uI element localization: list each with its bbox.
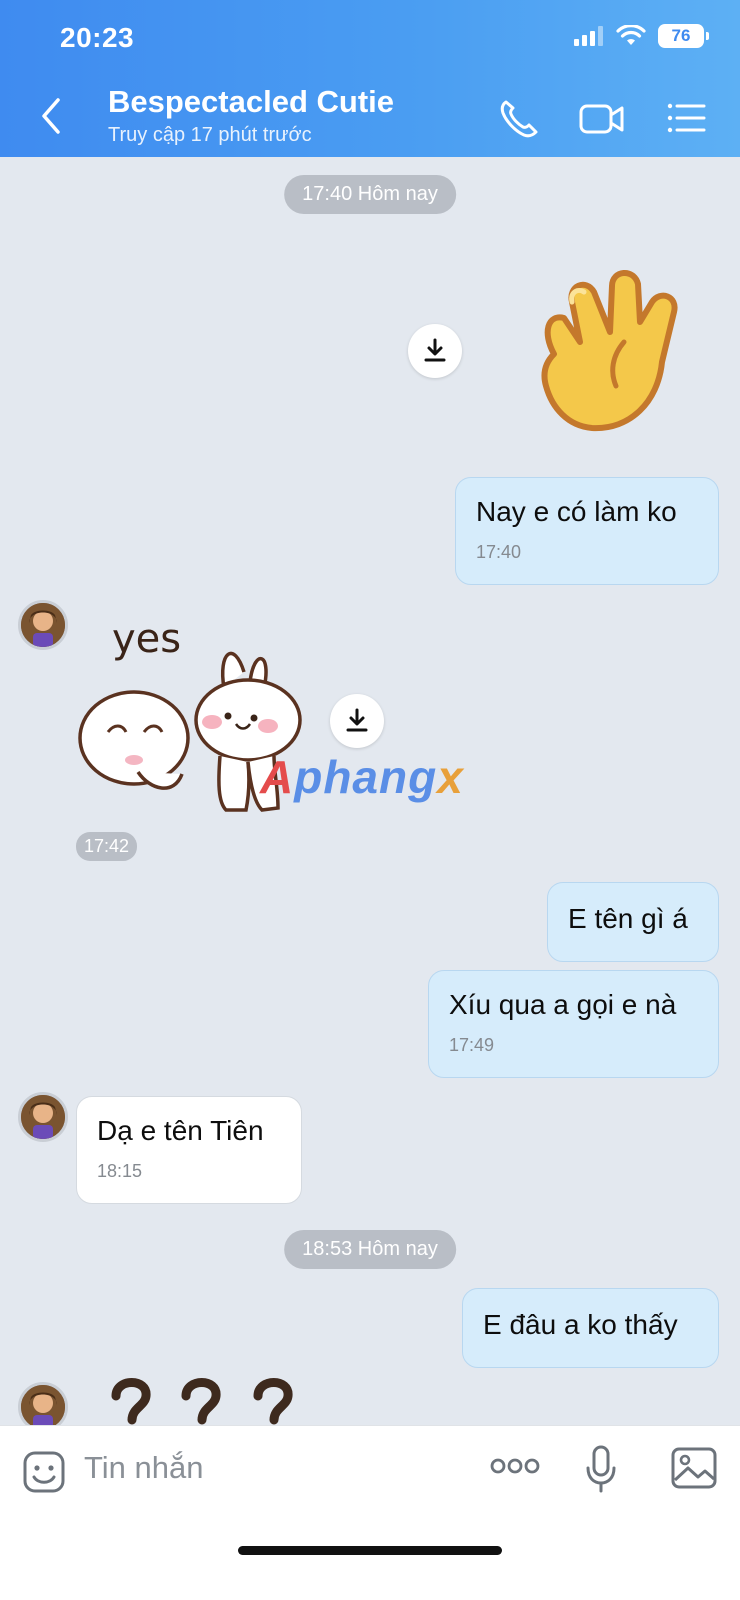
download-button[interactable] (408, 324, 462, 378)
avatar-image (21, 1095, 65, 1139)
menu-list-icon[interactable] (664, 96, 710, 142)
avatar-image (21, 1385, 65, 1429)
message-text: E đâu a ko thấy (483, 1309, 678, 1340)
video-call-icon[interactable] (578, 96, 626, 142)
message-text: Xíu qua a gọi e nà (449, 989, 677, 1020)
message-bubble-outgoing[interactable]: Nay e có làm ko 17:40 (455, 477, 719, 585)
sticker-emoji-icon[interactable] (22, 1450, 66, 1494)
avatar[interactable] (18, 600, 68, 650)
message-text: E tên gì á (568, 903, 688, 934)
message-bubble-incoming[interactable]: Dạ e tên Tiên 18:15 (76, 1096, 302, 1204)
message-text: Nay e có làm ko (476, 496, 677, 527)
status-time: 20:23 (60, 22, 135, 53)
sticker-text: yes (112, 616, 181, 662)
more-options-icon[interactable] (490, 1456, 540, 1476)
avatar-image (21, 603, 65, 647)
question-marks-sticker[interactable] (108, 1370, 308, 1426)
download-button[interactable] (330, 694, 384, 748)
message-time: 18:15 (97, 1161, 143, 1181)
wifi-icon (616, 25, 646, 45)
back-button[interactable] (36, 96, 66, 136)
waving-hand-sticker[interactable] (512, 262, 692, 442)
message-input[interactable]: Tin nhắn (84, 1450, 204, 1486)
download-icon (424, 338, 446, 362)
status-icons: 76 (574, 24, 709, 48)
contact-name[interactable]: Bespectacled Cutie (108, 84, 394, 120)
question-marks-image (111, 1378, 293, 1425)
message-bubble-outgoing[interactable]: E tên gì á (547, 882, 719, 962)
download-icon (346, 708, 368, 732)
message-time: 17:42 (76, 832, 138, 861)
message-text: Dạ e tên Tiên (97, 1115, 264, 1146)
message-input-bar: Tin nhắn (0, 1425, 740, 1600)
microphone-icon[interactable] (584, 1444, 618, 1494)
message-bubble-outgoing[interactable]: Xíu qua a gọi e nà 17:49 (428, 970, 719, 1078)
contact-last-seen: Truy cập 17 phút trước (108, 124, 312, 146)
battery-indicator: 76 (658, 24, 709, 48)
home-indicator (238, 1546, 502, 1555)
watermark: Aphangx (260, 751, 464, 803)
message-time: 17:49 (449, 1035, 495, 1055)
time-divider: 17:40 Hôm nay (284, 175, 456, 214)
message-bubble-outgoing[interactable]: E đâu a ko thấy (462, 1288, 719, 1368)
time-divider: 18:53 Hôm nay (284, 1230, 456, 1269)
phone-call-icon[interactable] (496, 96, 542, 142)
signal-icon (574, 26, 603, 46)
image-gallery-icon[interactable] (670, 1446, 718, 1490)
avatar[interactable] (18, 1092, 68, 1142)
chat-header: 20:23 76 Bespectacled Cutie Truy cập 17 … (0, 0, 740, 157)
message-time: 17:40 (476, 542, 522, 562)
